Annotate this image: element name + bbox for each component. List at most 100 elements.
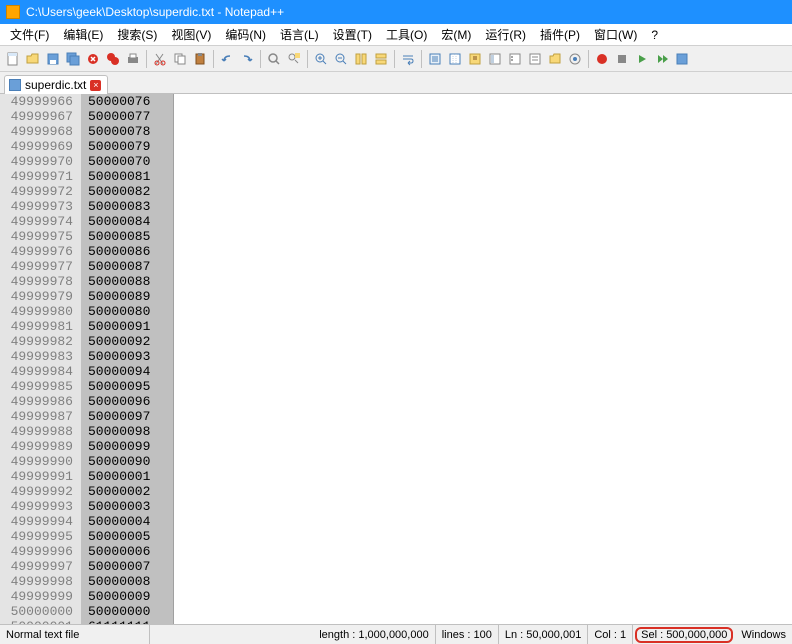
menu-window[interactable]: 窗口(W) xyxy=(588,24,643,45)
line-number: 49999967 xyxy=(0,109,73,124)
titlebar: C:\Users\geek\Desktop\superdic.txt - Not… xyxy=(0,0,792,24)
line-text[interactable]: 50000096 xyxy=(82,394,173,409)
sync-h-icon[interactable] xyxy=(372,50,390,68)
line-text[interactable]: 50000084 xyxy=(82,214,173,229)
line-text[interactable]: 50000003 xyxy=(82,499,173,514)
editor[interactable]: 4999996649999967499999684999996949999970… xyxy=(0,94,792,624)
line-text[interactable]: 50000098 xyxy=(82,424,173,439)
statusbar: Normal text file length : 1,000,000,000 … xyxy=(0,624,792,644)
paste-icon[interactable] xyxy=(191,50,209,68)
doc-map-icon[interactable] xyxy=(486,50,504,68)
stop-icon[interactable] xyxy=(613,50,631,68)
close-all-icon[interactable] xyxy=(104,50,122,68)
toolbar-separator xyxy=(307,50,308,68)
menu-help[interactable]: ? xyxy=(645,26,664,44)
line-text[interactable]: 50000095 xyxy=(82,379,173,394)
line-text[interactable]: 50000009 xyxy=(82,589,173,604)
menu-encoding[interactable]: 编码(N) xyxy=(219,24,272,45)
menu-file[interactable]: 文件(F) xyxy=(4,24,55,45)
zoom-out-icon[interactable] xyxy=(332,50,350,68)
line-text[interactable]: 50000099 xyxy=(82,439,173,454)
line-text[interactable]: 50000078 xyxy=(82,124,173,139)
line-number: 49999993 xyxy=(0,499,73,514)
line-text[interactable]: 50000089 xyxy=(82,289,173,304)
line-number: 49999974 xyxy=(0,214,73,229)
line-number: 49999992 xyxy=(0,484,73,499)
line-number: 49999979 xyxy=(0,289,73,304)
toolbar-separator xyxy=(213,50,214,68)
play-icon[interactable] xyxy=(633,50,651,68)
menubar: 文件(F) 编辑(E) 搜索(S) 视图(V) 编码(N) 语言(L) 设置(T… xyxy=(0,24,792,46)
line-text[interactable]: 50000005 xyxy=(82,529,173,544)
show-all-icon[interactable] xyxy=(426,50,444,68)
tab-close-icon[interactable]: × xyxy=(90,80,101,91)
monitoring-icon[interactable] xyxy=(566,50,584,68)
line-number: 49999981 xyxy=(0,319,73,334)
udls-icon[interactable] xyxy=(466,50,484,68)
line-text[interactable]: 50000080 xyxy=(82,304,173,319)
copy-icon[interactable] xyxy=(171,50,189,68)
cut-icon[interactable] xyxy=(151,50,169,68)
menu-plugins[interactable]: 插件(P) xyxy=(534,24,586,45)
line-text[interactable]: 50000093 xyxy=(82,349,173,364)
line-text[interactable]: 50000087 xyxy=(82,259,173,274)
line-text[interactable]: 50000092 xyxy=(82,334,173,349)
line-text[interactable]: 50000086 xyxy=(82,244,173,259)
line-text[interactable]: 50000082 xyxy=(82,184,173,199)
line-text[interactable]: 50000002 xyxy=(82,484,173,499)
redo-icon[interactable] xyxy=(238,50,256,68)
save-all-icon[interactable] xyxy=(64,50,82,68)
line-text[interactable]: 50000091 xyxy=(82,319,173,334)
file-icon xyxy=(9,79,21,91)
menu-search[interactable]: 搜索(S) xyxy=(111,24,163,45)
text-selection[interactable]: 5000007650000077500000785000007950000070… xyxy=(82,94,174,624)
menu-settings[interactable]: 设置(T) xyxy=(327,24,378,45)
file-tab[interactable]: superdic.txt × xyxy=(4,75,108,94)
play-multi-icon[interactable] xyxy=(653,50,671,68)
line-text[interactable]: 50000000 xyxy=(82,604,173,619)
line-text[interactable]: 50000004 xyxy=(82,514,173,529)
menu-run[interactable]: 运行(R) xyxy=(479,24,532,45)
status-length: length : 1,000,000,000 xyxy=(313,625,435,644)
folder-workspace-icon[interactable] xyxy=(546,50,564,68)
menu-view[interactable]: 视图(V) xyxy=(165,24,217,45)
new-file-icon[interactable] xyxy=(4,50,22,68)
line-text[interactable]: 50000085 xyxy=(82,229,173,244)
undo-icon[interactable] xyxy=(218,50,236,68)
line-text[interactable]: 50000083 xyxy=(82,199,173,214)
save-icon[interactable] xyxy=(44,50,62,68)
line-text[interactable]: 50000007 xyxy=(82,559,173,574)
line-text[interactable]: 50000088 xyxy=(82,274,173,289)
line-text[interactable]: 50000006 xyxy=(82,544,173,559)
menu-tools[interactable]: 工具(O) xyxy=(380,24,433,45)
save-macro-icon[interactable] xyxy=(673,50,691,68)
record-icon[interactable] xyxy=(593,50,611,68)
line-text[interactable]: 50000076 xyxy=(82,94,173,109)
replace-icon[interactable] xyxy=(285,50,303,68)
find-icon[interactable] xyxy=(265,50,283,68)
line-number: 49999996 xyxy=(0,544,73,559)
editor-content[interactable] xyxy=(174,94,792,624)
sync-v-icon[interactable] xyxy=(352,50,370,68)
line-number: 49999984 xyxy=(0,364,73,379)
menu-language[interactable]: 语言(L) xyxy=(274,24,325,45)
line-text[interactable]: 50000094 xyxy=(82,364,173,379)
doc-list-icon[interactable] xyxy=(506,50,524,68)
line-text[interactable]: 50000079 xyxy=(82,139,173,154)
function-list-icon[interactable] xyxy=(526,50,544,68)
line-text[interactable]: 50000081 xyxy=(82,169,173,184)
line-text[interactable]: 50000077 xyxy=(82,109,173,124)
indent-guide-icon[interactable] xyxy=(446,50,464,68)
menu-macro[interactable]: 宏(M) xyxy=(435,24,477,45)
close-icon[interactable] xyxy=(84,50,102,68)
open-file-icon[interactable] xyxy=(24,50,42,68)
line-text[interactable]: 50000070 xyxy=(82,154,173,169)
print-icon[interactable] xyxy=(124,50,142,68)
line-text[interactable]: 50000090 xyxy=(82,454,173,469)
line-text[interactable]: 50000008 xyxy=(82,574,173,589)
line-text[interactable]: 50000097 xyxy=(82,409,173,424)
wordwrap-icon[interactable] xyxy=(399,50,417,68)
menu-edit[interactable]: 编辑(E) xyxy=(57,24,109,45)
zoom-in-icon[interactable] xyxy=(312,50,330,68)
line-text[interactable]: 50000001 xyxy=(82,469,173,484)
